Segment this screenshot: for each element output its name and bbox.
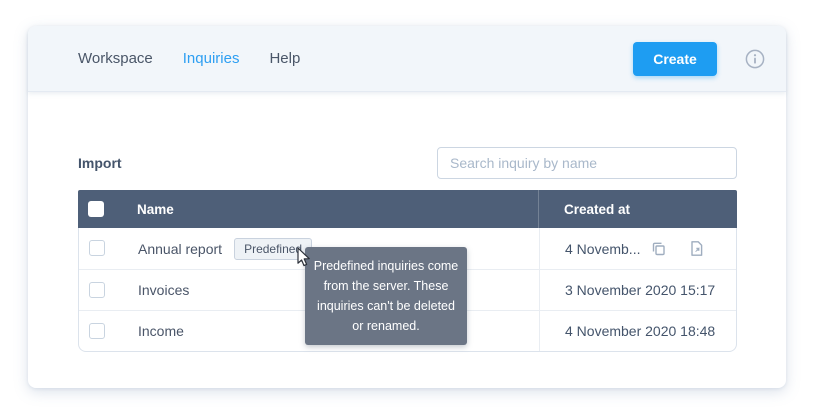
create-button[interactable]: Create (633, 42, 717, 76)
inquiry-name: Income (138, 323, 184, 339)
created-at-cell: 4 Novemb... (539, 228, 737, 269)
page: Workspace Inquiries Help Create Import N… (0, 0, 814, 414)
nav-item-workspace[interactable]: Workspace (78, 50, 153, 67)
name-cell: Invoices (138, 282, 189, 298)
created-at-value: 4 Novemb... (565, 241, 640, 257)
inquiry-name: Invoices (138, 282, 189, 298)
nav-menu: Workspace Inquiries Help (28, 50, 300, 67)
import-section-label: Import (78, 155, 122, 171)
predefined-badge[interactable]: Predefined (234, 238, 312, 260)
row-checkbox[interactable] (89, 240, 105, 256)
table-header-row: Name Created at (78, 190, 737, 228)
column-header-name[interactable]: Name (137, 202, 174, 217)
created-at-cell: 4 November 2020 18:48 (539, 311, 737, 351)
file-export-icon[interactable] (687, 239, 706, 258)
created-at-value: 3 November 2020 15:17 (565, 282, 715, 298)
copy-icon[interactable] (649, 239, 668, 258)
inquiry-name: Annual report (138, 241, 222, 257)
search-input[interactable] (437, 147, 737, 179)
row-checkbox[interactable] (89, 323, 105, 339)
name-cell: Income (138, 323, 184, 339)
nav-item-inquiries[interactable]: Inquiries (183, 50, 240, 67)
created-at-value: 4 November 2020 18:48 (565, 323, 715, 339)
select-all-checkbox[interactable] (88, 201, 104, 217)
predefined-tooltip: Predefined inquiries come from the serve… (305, 247, 467, 345)
nav-item-help[interactable]: Help (269, 50, 300, 67)
created-at-cell: 3 November 2020 15:17 (539, 270, 737, 310)
row-checkbox[interactable] (89, 282, 105, 298)
name-cell: Annual report Predefined (138, 238, 312, 260)
column-header-created-at[interactable]: Created at (538, 190, 737, 228)
top-navbar: Workspace Inquiries Help Create (28, 26, 786, 92)
info-icon[interactable] (745, 49, 765, 69)
